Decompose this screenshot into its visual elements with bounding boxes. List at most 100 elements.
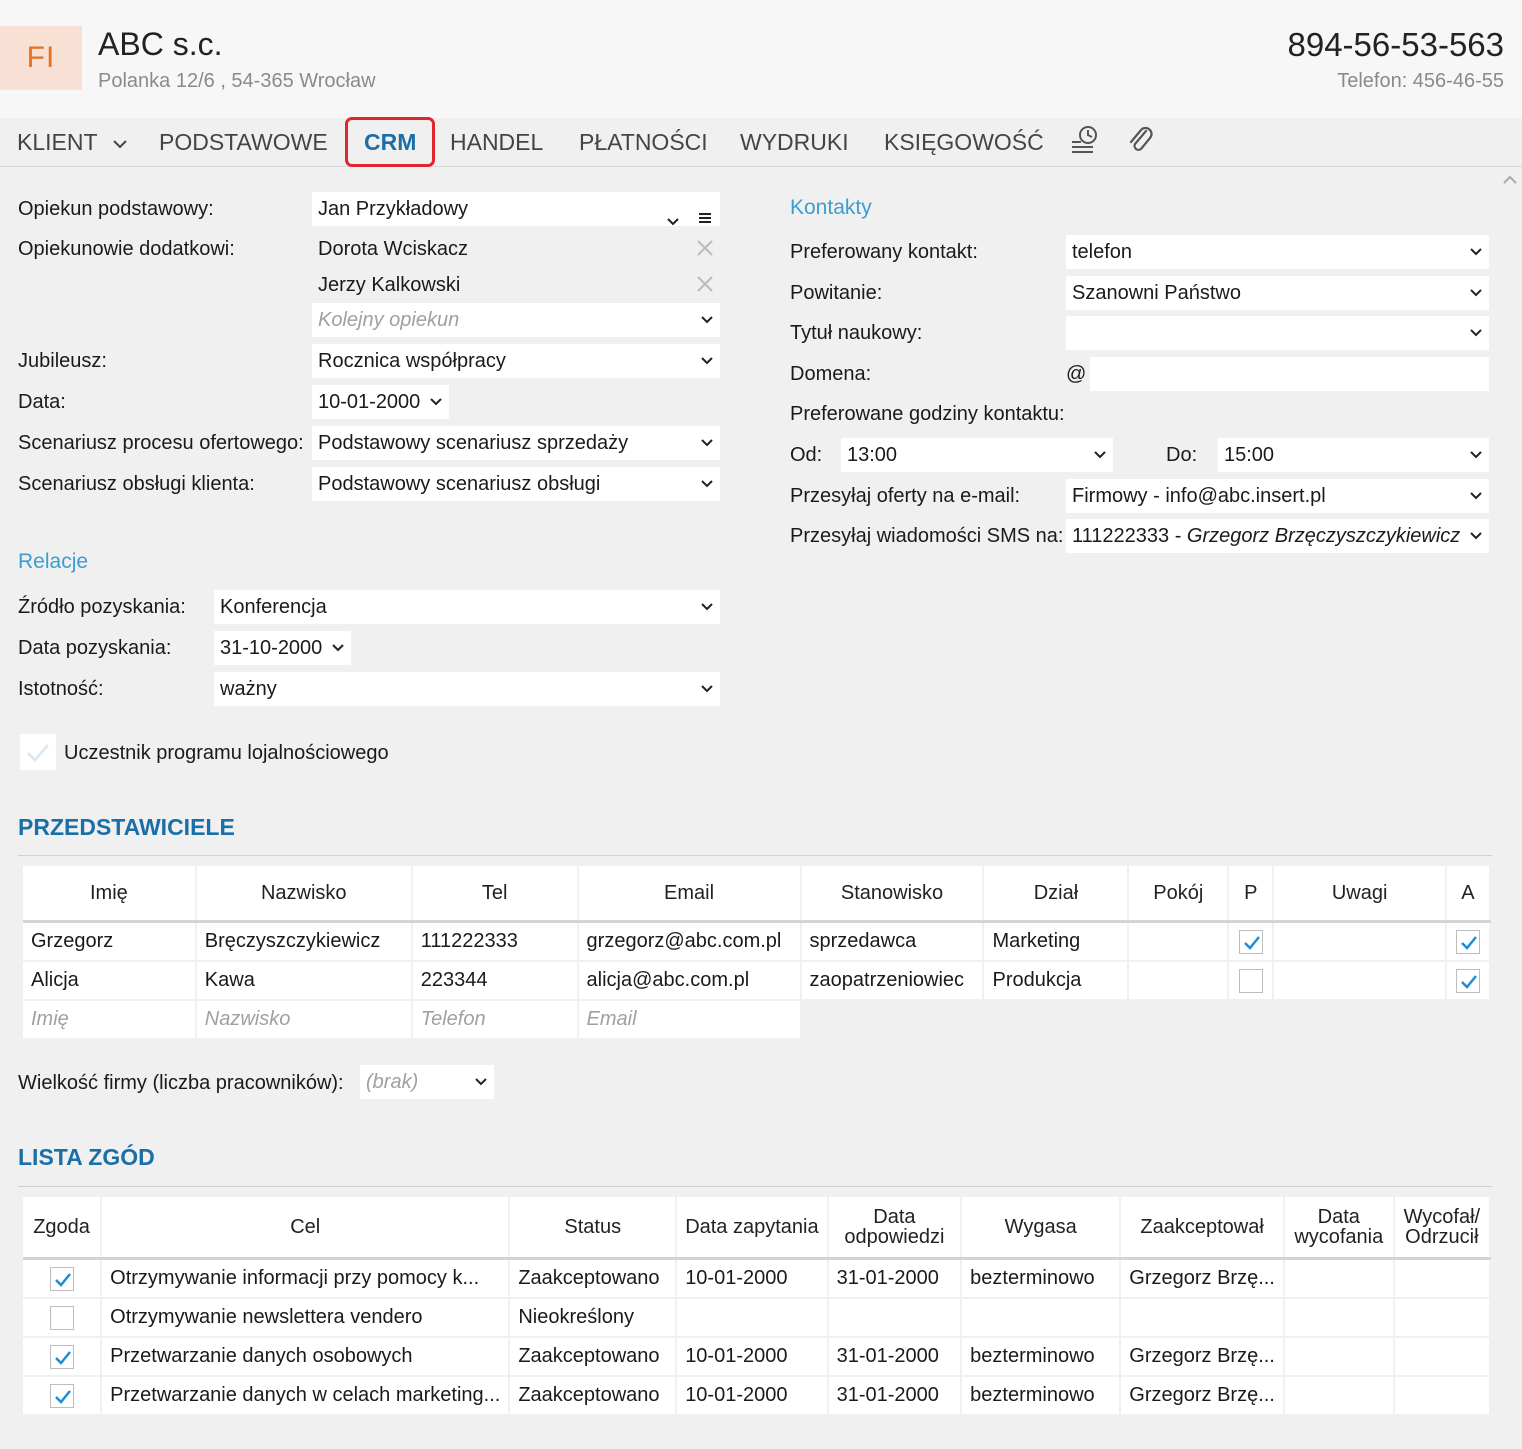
col-stanowisko[interactable]: Stanowisko bbox=[800, 866, 985, 923]
cell-cel[interactable]: Otrzymywanie informacji przy pomocy k... bbox=[101, 1258, 511, 1299]
cell-a[interactable] bbox=[1445, 921, 1492, 962]
cell-zgoda[interactable] bbox=[23, 1337, 103, 1377]
cell-pokoj[interactable] bbox=[1128, 921, 1230, 962]
kolejny-opiekun-select[interactable]: Kolejny opiekun bbox=[312, 303, 720, 337]
cell-zgoda[interactable] bbox=[23, 1258, 103, 1299]
wielkosc-select[interactable]: (brak) bbox=[360, 1065, 494, 1099]
cell-status[interactable]: Nieokreślony bbox=[509, 1298, 678, 1338]
tab-wydruki[interactable]: WYDRUKI bbox=[740, 126, 849, 158]
cell-a[interactable] bbox=[1445, 961, 1492, 1001]
zrodlo-select[interactable]: Konferencja bbox=[214, 590, 720, 624]
cell-cel[interactable]: Przetwarzanie danych osobowych bbox=[101, 1337, 511, 1377]
cell-cel[interactable]: Przetwarzanie danych w celach marketing.… bbox=[101, 1376, 511, 1416]
cell-nazwisko[interactable]: Bręczyszczykiewicz bbox=[195, 921, 413, 962]
cell-wycofal[interactable] bbox=[1393, 1298, 1492, 1338]
sms-select[interactable]: 111222333 - Grzegorz Brzęczyszczykiewicz bbox=[1066, 519, 1489, 553]
cell-wygasa[interactable]: bezterminowo bbox=[961, 1376, 1122, 1416]
cell-wygasa[interactable] bbox=[961, 1298, 1122, 1338]
cell-pokoj[interactable] bbox=[1128, 961, 1230, 1001]
close-icon[interactable] bbox=[696, 275, 714, 298]
table-row[interactable]: Przetwarzanie danych osobowych Zaakcepto… bbox=[23, 1337, 1492, 1377]
cell-imie[interactable]: Alicja bbox=[23, 961, 197, 1001]
zgoda-checkbox[interactable] bbox=[49, 1266, 74, 1291]
new-row[interactable]: Imię Nazwisko Telefon Email bbox=[23, 1000, 1490, 1040]
cell-p[interactable] bbox=[1228, 921, 1275, 962]
table-row[interactable]: Otrzymywanie newslettera vendero Nieokre… bbox=[23, 1298, 1492, 1338]
col-email[interactable]: Email bbox=[577, 866, 802, 923]
cell-data-zapytania[interactable]: 10-01-2000 bbox=[676, 1376, 829, 1416]
cell-stanowisko[interactable]: zaopatrzeniowiec bbox=[800, 961, 985, 1001]
domena-input[interactable] bbox=[1090, 357, 1489, 391]
opiekun-select[interactable]: Jan Przykładowy bbox=[312, 192, 720, 226]
cell-wygasa[interactable]: bezterminowo bbox=[961, 1258, 1122, 1299]
cell-zaakceptowal[interactable]: Grzegorz Brzę... bbox=[1120, 1258, 1285, 1299]
cell-dzial[interactable]: Marketing bbox=[983, 921, 1130, 962]
col-tel[interactable]: Tel bbox=[411, 866, 579, 923]
cell-data-zapytania[interactable] bbox=[676, 1298, 829, 1338]
cell-tel[interactable]: 111222333 bbox=[411, 921, 579, 962]
zgoda-checkbox[interactable] bbox=[49, 1305, 74, 1330]
cell-cel[interactable]: Otrzymywanie newslettera vendero bbox=[101, 1298, 511, 1338]
col-wycofal[interactable]: Wycofał/Odrzucił bbox=[1393, 1197, 1492, 1260]
cell-wycofal[interactable] bbox=[1393, 1376, 1492, 1416]
cell-wygasa[interactable]: bezterminowo bbox=[961, 1337, 1122, 1377]
cell-data-wycofania[interactable] bbox=[1283, 1258, 1395, 1299]
cell-zgoda[interactable] bbox=[23, 1298, 103, 1338]
cell-data-zapytania[interactable]: 10-01-2000 bbox=[676, 1258, 829, 1299]
cell-data-odpowiedzi[interactable] bbox=[827, 1298, 963, 1338]
a-checkbox[interactable] bbox=[1455, 929, 1480, 954]
cell-imie[interactable]: Grzegorz bbox=[23, 921, 197, 962]
cell-status[interactable]: Zaakceptowano bbox=[509, 1376, 678, 1416]
tab-platnosci[interactable]: PŁATNOŚCI bbox=[579, 126, 708, 158]
cell-p[interactable] bbox=[1228, 961, 1275, 1001]
tab-klient[interactable]: KLIENT bbox=[17, 126, 128, 158]
col-p[interactable]: P bbox=[1228, 866, 1275, 923]
tab-handel[interactable]: HANDEL bbox=[450, 126, 543, 158]
cell-status[interactable]: Zaakceptowano bbox=[509, 1337, 678, 1377]
cell-wycofal[interactable] bbox=[1393, 1258, 1492, 1299]
col-zgoda[interactable]: Zgoda bbox=[23, 1197, 103, 1260]
zgoda-checkbox[interactable] bbox=[49, 1383, 74, 1408]
istotnosc-select[interactable]: ważny bbox=[214, 672, 720, 706]
tab-ksiegowosc[interactable]: KSIĘGOWOŚĆ bbox=[884, 126, 1044, 158]
cell-email[interactable]: alicja@abc.com.pl bbox=[577, 961, 802, 1001]
pref-kontakt-select[interactable]: telefon bbox=[1066, 235, 1489, 269]
col-imie[interactable]: Imię bbox=[23, 866, 197, 923]
cell-zaakceptowal[interactable] bbox=[1120, 1298, 1285, 1338]
cell-email[interactable]: grzegorz@abc.com.pl bbox=[577, 921, 802, 962]
cell-tel[interactable]: 223344 bbox=[411, 961, 579, 1001]
new-tel-input[interactable]: Telefon bbox=[411, 1000, 579, 1040]
new-nazwisko-input[interactable]: Nazwisko bbox=[195, 1000, 413, 1040]
col-cel[interactable]: Cel bbox=[101, 1197, 511, 1260]
col-pokoj[interactable]: Pokój bbox=[1128, 866, 1230, 923]
cell-wycofal[interactable] bbox=[1393, 1337, 1492, 1377]
p-checkbox[interactable] bbox=[1238, 968, 1263, 993]
od-select[interactable]: 13:00 bbox=[841, 438, 1113, 472]
col-data-zapytania[interactable]: Data zapytania bbox=[676, 1197, 829, 1260]
cell-stanowisko[interactable]: sprzedawca bbox=[800, 921, 985, 962]
cell-zaakceptowal[interactable]: Grzegorz Brzę... bbox=[1120, 1337, 1285, 1377]
new-email-input[interactable]: Email bbox=[577, 1000, 802, 1040]
data-pozyskania-picker[interactable]: 31-10-2000 bbox=[214, 631, 351, 665]
scenariusz-obslugi-select[interactable]: Podstawowy scenariusz obsługi bbox=[312, 467, 720, 501]
col-data-wycofania[interactable]: Data wycofania bbox=[1283, 1197, 1395, 1260]
data-picker[interactable]: 10-01-2000 bbox=[312, 385, 449, 419]
cell-data-zapytania[interactable]: 10-01-2000 bbox=[676, 1337, 829, 1377]
col-data-odpowiedzi[interactable]: Data odpowiedzi bbox=[827, 1197, 963, 1260]
lojalnosc-checkbox[interactable] bbox=[20, 734, 56, 770]
cell-data-odpowiedzi[interactable]: 31-01-2000 bbox=[827, 1337, 963, 1377]
col-status[interactable]: Status bbox=[509, 1197, 678, 1260]
new-imie-input[interactable]: Imię bbox=[23, 1000, 197, 1040]
scroll-up-icon[interactable] bbox=[1502, 172, 1518, 184]
do-select[interactable]: 15:00 bbox=[1218, 438, 1489, 472]
cell-data-odpowiedzi[interactable]: 31-01-2000 bbox=[827, 1376, 963, 1416]
tytul-select[interactable] bbox=[1066, 316, 1489, 350]
table-row[interactable]: Grzegorz Bręczyszczykiewicz 111222333 gr… bbox=[23, 921, 1492, 962]
jubileusz-select[interactable]: Rocznica współpracy bbox=[312, 344, 720, 378]
table-row[interactable]: Alicja Kawa 223344 alicja@abc.com.pl zao… bbox=[23, 961, 1492, 1001]
cell-status[interactable]: Zaakceptowano bbox=[509, 1258, 678, 1299]
zgoda-checkbox[interactable] bbox=[49, 1344, 74, 1369]
cell-data-wycofania[interactable] bbox=[1283, 1298, 1395, 1338]
cell-data-wycofania[interactable] bbox=[1283, 1376, 1395, 1416]
col-dzial[interactable]: Dział bbox=[983, 866, 1130, 923]
